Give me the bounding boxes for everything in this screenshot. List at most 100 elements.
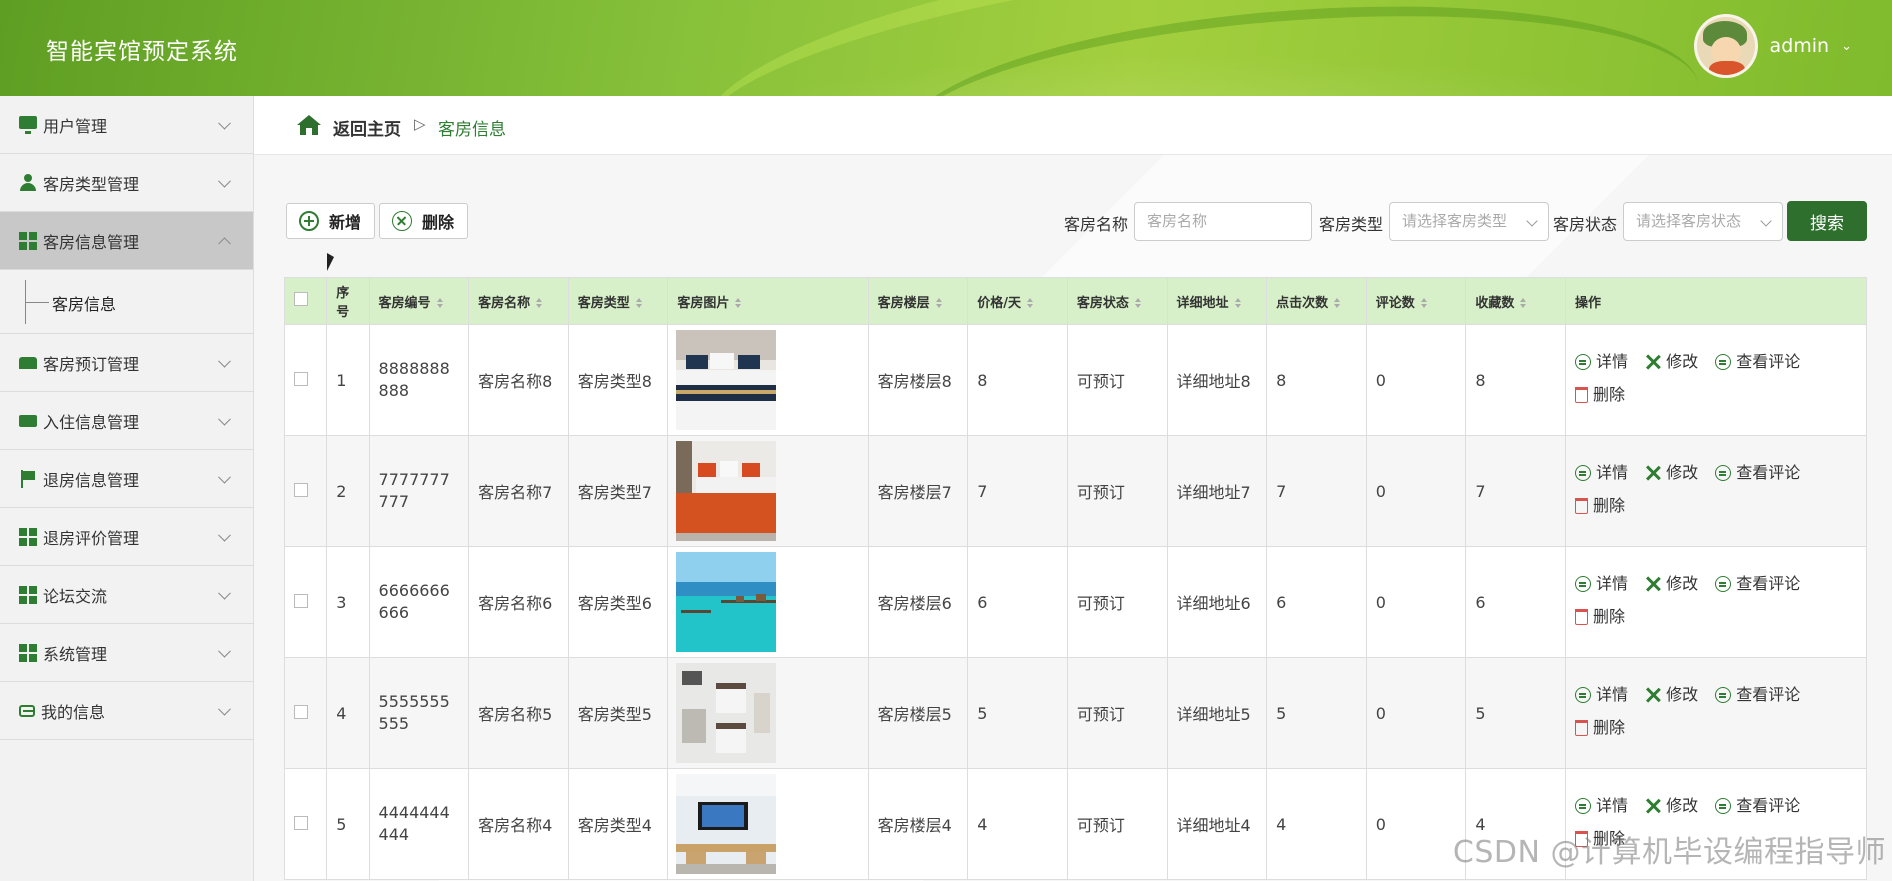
sort-icon[interactable]	[935, 298, 942, 308]
view-comments-button[interactable]: 查看评论	[1715, 791, 1800, 821]
column-header[interactable]: 评论数	[1365, 277, 1467, 325]
detail-icon	[1575, 687, 1592, 703]
sort-icon[interactable]	[1134, 298, 1141, 308]
cell-room-image	[667, 657, 869, 769]
view-comments-button[interactable]: 查看评论	[1715, 347, 1800, 377]
sidebar-item-checkin-management[interactable]: 入住信息管理	[0, 392, 253, 450]
sidebar-item-room-type-management[interactable]: 客房类型管理	[0, 154, 253, 212]
sidebar-item-label: 用户管理	[43, 116, 108, 136]
avatar[interactable]	[1693, 14, 1758, 78]
delete-row-button[interactable]: 删除	[1575, 491, 1625, 521]
room-image-bedroom-orange-blanket[interactable]	[676, 441, 777, 541]
chevron-down-icon	[218, 644, 231, 658]
sort-icon[interactable]	[436, 298, 443, 308]
edit-button[interactable]: 修改	[1645, 680, 1698, 710]
column-header[interactable]: 客房状态	[1066, 277, 1168, 325]
cell-room-code: 8888888888	[368, 324, 470, 436]
sidebar-item-room-info-management[interactable]: 客房信息管理	[0, 212, 253, 270]
column-header[interactable]: 客房编号	[368, 277, 470, 325]
view-comments-button[interactable]: 查看评论	[1715, 458, 1800, 488]
breadcrumb-home-link[interactable]: 返回主页	[333, 115, 401, 140]
select-all-checkbox[interactable]	[294, 292, 308, 306]
cell-room-code: 5555555555	[368, 657, 470, 769]
row-checkbox[interactable]	[294, 815, 308, 830]
column-header[interactable]: 客房名称	[468, 277, 569, 325]
table-row[interactable]: 4 5555555555 客房名称5 客房类型5 客房楼层5 5 可预订 详细地…	[283, 657, 1867, 769]
room-image-hotel-room-aerial[interactable]	[676, 663, 777, 763]
cell-index: 5	[326, 768, 370, 880]
search-button[interactable]: 搜索	[1787, 201, 1867, 241]
sidebar-subitem-label: 客房信息	[52, 295, 117, 314]
cell-address: 详细地址5	[1166, 657, 1268, 769]
edit-button[interactable]: 修改	[1645, 569, 1698, 599]
sidebar-item-forum[interactable]: 论坛交流	[0, 566, 253, 624]
column-header[interactable]: 价格/天	[967, 277, 1068, 325]
row-checkbox[interactable]	[294, 704, 308, 719]
sidebar-item-checkout-management[interactable]: 退房信息管理	[0, 450, 253, 508]
cell-room-type: 客房类型7	[567, 435, 669, 547]
detail-button[interactable]: 详情	[1575, 680, 1628, 710]
column-header[interactable]: 客房图片	[667, 277, 869, 325]
column-header[interactable]: 详细地址	[1166, 277, 1268, 325]
sort-icon[interactable]	[735, 298, 742, 308]
sidebar-item-system-management[interactable]: 系统管理	[0, 624, 253, 682]
detail-button[interactable]: 详情	[1575, 458, 1628, 488]
delete-button[interactable]: 删除	[379, 203, 468, 239]
edit-button[interactable]: 修改	[1645, 458, 1698, 488]
column-header[interactable]: 收藏数	[1465, 277, 1567, 325]
view-comments-button[interactable]: 查看评论	[1715, 680, 1800, 710]
room-status-select[interactable]: 请选择客房状态	[1623, 202, 1783, 241]
sort-icon[interactable]	[1334, 298, 1341, 308]
sidebar-item-my-info[interactable]: 我的信息	[0, 682, 253, 740]
column-header[interactable]: 客房楼层	[867, 277, 969, 325]
cell-room-floor: 客房楼层7	[867, 435, 969, 547]
room-image-tropical-sea-villa[interactable]	[676, 552, 777, 652]
room-image-room-tv-desk[interactable]	[676, 774, 777, 874]
chevron-down-icon	[218, 470, 231, 484]
detail-button[interactable]: 详情	[1575, 791, 1628, 821]
sort-icon[interactable]	[635, 298, 642, 308]
detail-icon	[1575, 576, 1592, 592]
sidebar-item-checkout-review-management[interactable]: 退房评价管理	[0, 508, 253, 566]
sort-icon[interactable]	[1234, 298, 1241, 308]
room-type-select[interactable]: 请选择客房类型	[1389, 202, 1549, 241]
edit-button[interactable]: 修改	[1645, 791, 1698, 821]
delete-row-button[interactable]: 删除	[1575, 380, 1625, 410]
username[interactable]: admin	[1770, 35, 1830, 57]
user-menu[interactable]: admin ⌄	[1693, 14, 1852, 78]
delete-row-button[interactable]: 删除	[1575, 713, 1625, 743]
chevron-down-icon	[218, 702, 231, 716]
wallet-icon	[19, 414, 37, 427]
cell-room-floor: 客房楼层8	[867, 324, 969, 436]
table-row[interactable]: 1 8888888888 客房名称8 客房类型8 客房楼层8 8 可预订 详细地…	[283, 324, 1867, 436]
detail-button[interactable]: 详情	[1575, 347, 1628, 377]
edit-button[interactable]: 修改	[1645, 347, 1698, 377]
column-header[interactable]: 点击次数	[1266, 277, 1367, 325]
view-comments-button[interactable]: 查看评论	[1715, 569, 1800, 599]
home-icon[interactable]	[296, 114, 322, 136]
row-checkbox[interactable]	[294, 482, 308, 497]
table-row[interactable]: 2 7777777777 客房名称7 客房类型7 客房楼层7 7 可预订 详细地…	[283, 435, 1867, 547]
sort-icon[interactable]	[1027, 298, 1034, 308]
wrench-icon	[1645, 687, 1661, 703]
column-header[interactable]: 客房类型	[567, 277, 669, 325]
row-checkbox[interactable]	[294, 593, 308, 608]
trash-icon	[1575, 720, 1589, 736]
sidebar-item-label: 系统管理	[43, 644, 108, 664]
sort-icon[interactable]	[1520, 298, 1527, 308]
sort-icon[interactable]	[1420, 298, 1427, 308]
table-row[interactable]: 3 6666666666 客房名称6 客房类型6 客房楼层6 6 可预订 详细地…	[283, 546, 1867, 658]
row-checkbox[interactable]	[294, 371, 308, 386]
room-name-input[interactable]: 客房名称	[1134, 202, 1312, 241]
detail-button[interactable]: 详情	[1575, 569, 1628, 599]
add-button[interactable]: 新增	[286, 203, 375, 239]
room-image-bedroom-navy-pattern[interactable]	[676, 330, 777, 430]
sidebar-subitem-room-info[interactable]: 客房信息	[0, 270, 253, 334]
cell-price: 5	[967, 657, 1068, 769]
sidebar-item-booking-management[interactable]: 客房预订管理	[0, 334, 253, 392]
sidebar-item-user-management[interactable]: 用户管理	[0, 96, 253, 154]
grid-icon	[19, 643, 37, 662]
delete-row-button[interactable]: 删除	[1575, 602, 1625, 632]
sort-icon[interactable]	[536, 298, 543, 308]
chevron-down-icon[interactable]: ⌄	[1841, 39, 1852, 54]
